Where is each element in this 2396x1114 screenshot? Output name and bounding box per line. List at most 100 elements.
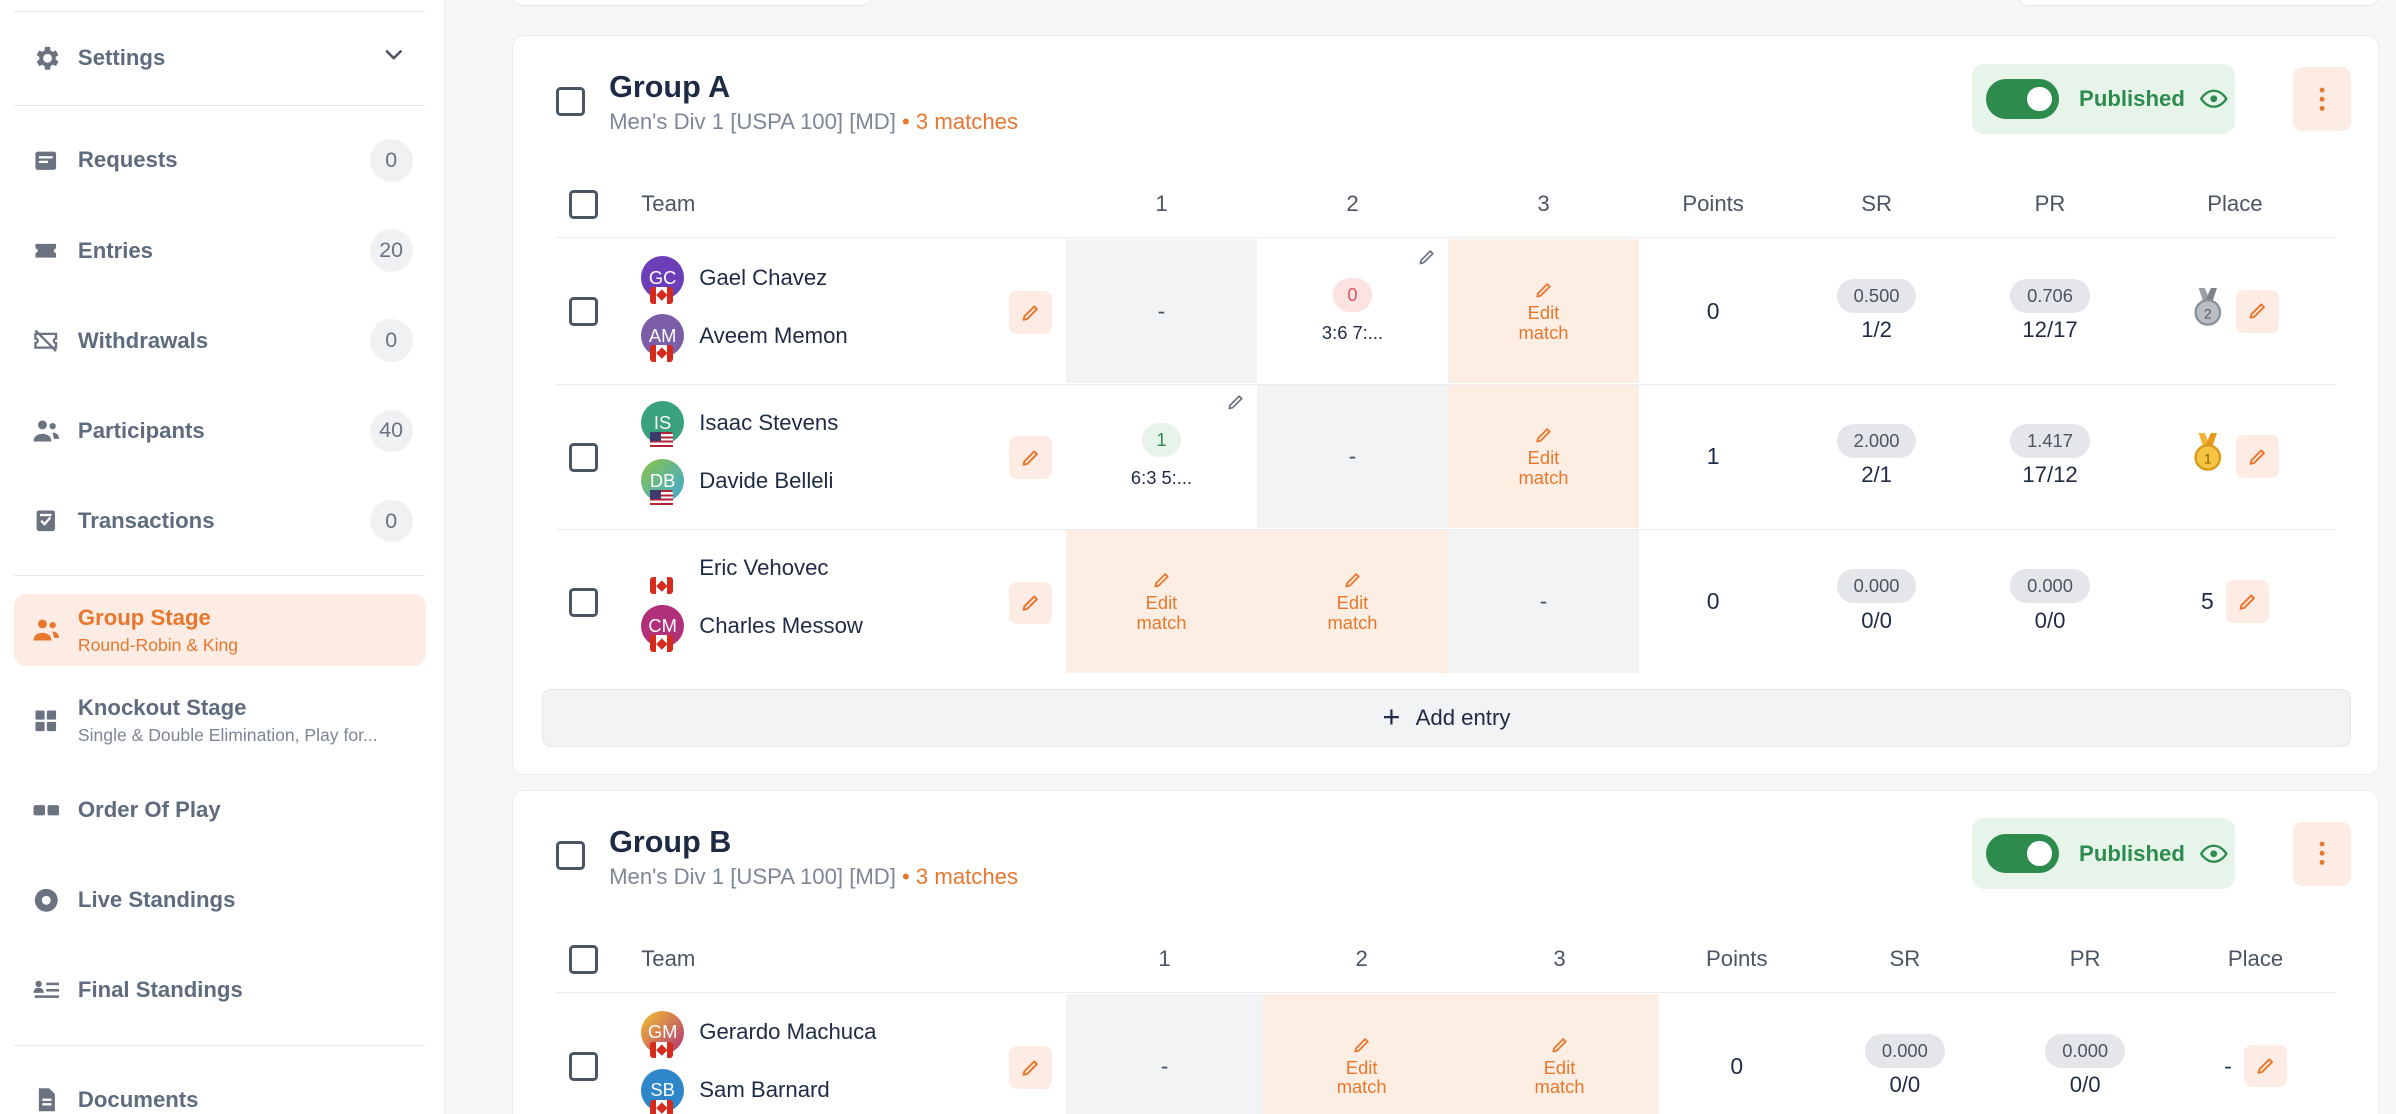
eye-icon [2200, 85, 2228, 113]
sidebar-item-label: Group Stage [77, 604, 211, 630]
sidebar-item-participants[interactable]: Participants 40 [14, 394, 427, 467]
add-entry-button[interactable]: + Add entry [541, 688, 2352, 747]
silver-medal-icon: 2 [2191, 287, 2225, 335]
chevron-down-icon[interactable] [380, 41, 408, 76]
match-cell[interactable]: 0 3:6 7:... [1257, 239, 1448, 383]
sidebar-item-transactions[interactable]: Transactions 0 [14, 484, 427, 557]
ticket-icon [14, 237, 78, 265]
canada-flag-icon [650, 1041, 674, 1059]
sidebar-item-order-of-play[interactable]: Order Of Play [14, 773, 427, 846]
sidebar-item-settings[interactable]: Settings [14, 21, 427, 94]
row-checkbox[interactable] [569, 442, 599, 472]
select-all-checkbox[interactable] [569, 944, 599, 974]
pencil-icon[interactable] [1226, 391, 1246, 419]
result-badge: 1 [1141, 423, 1182, 457]
count-badge: 0 [369, 499, 413, 543]
published-toggle[interactable] [1985, 78, 2060, 119]
table-header: Team 1 2 3 Points SR PR Place [555, 171, 2336, 238]
edit-team-button[interactable] [1009, 291, 1053, 335]
gold-medal-icon: 1 [2191, 432, 2225, 480]
group-card: Group A Men's Div 1 [USPA 100] [MD] • 3 ma… [511, 35, 2380, 775]
edit-match-button[interactable]: Edit match [1447, 384, 1639, 529]
pr-cell: 0.000 0/0 [1966, 530, 2134, 674]
edit-place-button[interactable] [2244, 1044, 2287, 1088]
matches-link[interactable]: 3 matches [916, 109, 1018, 134]
sidebar-item-requests[interactable]: Requests 0 [14, 124, 427, 197]
row-checkbox[interactable] [569, 297, 599, 327]
match-cell: - [1065, 239, 1257, 383]
published-toggle[interactable] [1985, 833, 2060, 874]
court-icon [14, 795, 78, 826]
more-options-button[interactable] [2292, 66, 2352, 131]
edit-place-button[interactable] [2226, 580, 2269, 623]
top-control[interactable] [2018, 0, 2380, 7]
col-2: 2 [1346, 191, 1359, 217]
edit-team-button[interactable] [1009, 581, 1053, 625]
match-cell: - [1447, 529, 1639, 674]
usa-flag-icon [650, 489, 674, 507]
pencil-icon[interactable] [1417, 245, 1437, 273]
player-name: Isaac Stevens [699, 409, 839, 435]
sidebar-item-documents[interactable]: Documents [14, 1063, 427, 1113]
avatar [641, 546, 684, 594]
edit-match-button[interactable]: Edit match [1065, 529, 1257, 674]
player-name: Aveem Memon [699, 322, 848, 348]
match-cell: - [1065, 994, 1264, 1114]
avatar: GC [641, 256, 684, 304]
pr-cell: 0.000 0/0 [1995, 994, 2175, 1114]
edit-team-button[interactable] [1009, 1046, 1053, 1089]
points-cell: 0 [1730, 1052, 1744, 1079]
group-checkbox[interactable] [555, 841, 585, 871]
sidebar-item-sublabel: Round-Robin & King [77, 635, 239, 656]
svg-text:1: 1 [2204, 452, 2212, 467]
sidebar-item-live-standings[interactable]: Live Standings [14, 863, 427, 936]
sidebar-item-group-stage[interactable]: Group Stage Round-Robin & King [13, 594, 427, 667]
sidebar-item-label: Documents [77, 1087, 199, 1113]
row-checkbox[interactable] [569, 1052, 599, 1082]
edit-match-button[interactable]: Edit match [1263, 994, 1461, 1114]
sidebar-item-final-standings[interactable]: Final Standings [14, 953, 427, 1026]
pencil-icon [1344, 573, 1360, 588]
avatar: AM [641, 314, 684, 362]
sidebar-item-sublabel: Single & Double Elimination, Play for... [77, 725, 378, 746]
top-control[interactable] [511, 0, 873, 7]
standings-icon [14, 975, 78, 1006]
pencil-icon [2239, 594, 2255, 610]
sr-cell: 0.500 1/2 [1787, 239, 1966, 383]
sidebar-item-entries[interactable]: Entries 20 [14, 214, 427, 287]
edit-place-button[interactable] [2236, 434, 2280, 478]
sidebar-item-label: Live Standings [77, 886, 236, 912]
match-cell[interactable]: 1 6:3 5:... [1066, 385, 1257, 529]
edit-match-button[interactable]: Edit match [1447, 239, 1639, 383]
edit-team-button[interactable] [1009, 436, 1053, 480]
col-sr: SR [1889, 946, 1921, 972]
edit-match-button[interactable]: Edit match [1460, 994, 1659, 1114]
place-number: 5 [2201, 587, 2214, 614]
more-options-button[interactable] [2292, 821, 2352, 886]
sidebar-item-withdrawals[interactable]: Withdrawals 0 [14, 304, 427, 377]
group-checkbox[interactable] [555, 86, 585, 116]
pencil-icon [1535, 283, 1551, 298]
pencil-icon [1022, 450, 1039, 466]
player-name: Davide Belleli [699, 467, 834, 493]
pencil-icon [1022, 305, 1039, 321]
pencil-icon [2257, 1058, 2273, 1075]
count-badge: 20 [369, 229, 413, 272]
add-entry-label: Add entry [1415, 704, 1511, 730]
divider [13, 1045, 426, 1046]
matches-link[interactable]: 3 matches [916, 864, 1018, 889]
bracket-icon [14, 707, 78, 735]
row-checkbox[interactable] [569, 587, 599, 617]
people-icon [14, 416, 78, 447]
col-pr: PR [2069, 946, 2101, 972]
sidebar-item-knockout-stage[interactable]: Knockout Stage Single & Double Eliminati… [14, 685, 427, 757]
player-name: Gael Chavez [699, 264, 828, 290]
col-2: 2 [1355, 946, 1368, 972]
edit-place-button[interactable] [2236, 289, 2280, 333]
main-content: Group A Men's Div 1 [USPA 100] [MD] • 3 ma… [445, 0, 2396, 1114]
edit-match-button[interactable]: Edit match [1256, 529, 1448, 674]
table-row: GC Gael Chavez AM Aveem Memon - 0 3:6 7:… [555, 239, 2336, 385]
count-badge: 0 [369, 319, 413, 363]
player: AM Aveem Memon [641, 314, 848, 362]
select-all-checkbox[interactable] [569, 189, 599, 219]
